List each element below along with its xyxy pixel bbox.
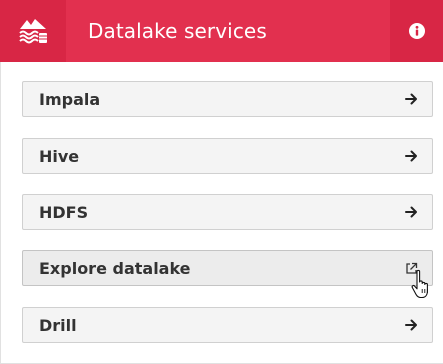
arrow-right-icon [404,205,418,219]
service-label: Explore datalake [39,258,191,278]
services-list: Impala Hive HDFS Explore datalake Drill [0,62,443,364]
arrow-right-icon [404,318,418,332]
external-link-icon [404,261,418,275]
service-item-hdfs[interactable]: HDFS [22,194,433,230]
service-item-drill[interactable]: Drill [22,307,433,343]
arrow-right-icon [404,92,418,106]
service-label: HDFS [39,202,89,222]
datalake-services-panel: Datalake services Impala Hive HDFS Explo… [0,0,443,364]
arrow-right-icon [404,149,418,163]
datalake-waves-icon [0,0,66,62]
panel-title: Datalake services [88,19,267,43]
service-item-hive[interactable]: Hive [22,138,433,174]
info-icon [408,23,425,39]
service-label: Drill [39,315,77,335]
service-item-impala[interactable]: Impala [22,81,433,117]
service-item-explore-datalake[interactable]: Explore datalake [22,250,433,286]
info-button[interactable] [390,0,443,62]
service-label: Hive [39,146,80,166]
service-label: Impala [39,89,101,109]
panel-header: Datalake services [0,0,443,62]
